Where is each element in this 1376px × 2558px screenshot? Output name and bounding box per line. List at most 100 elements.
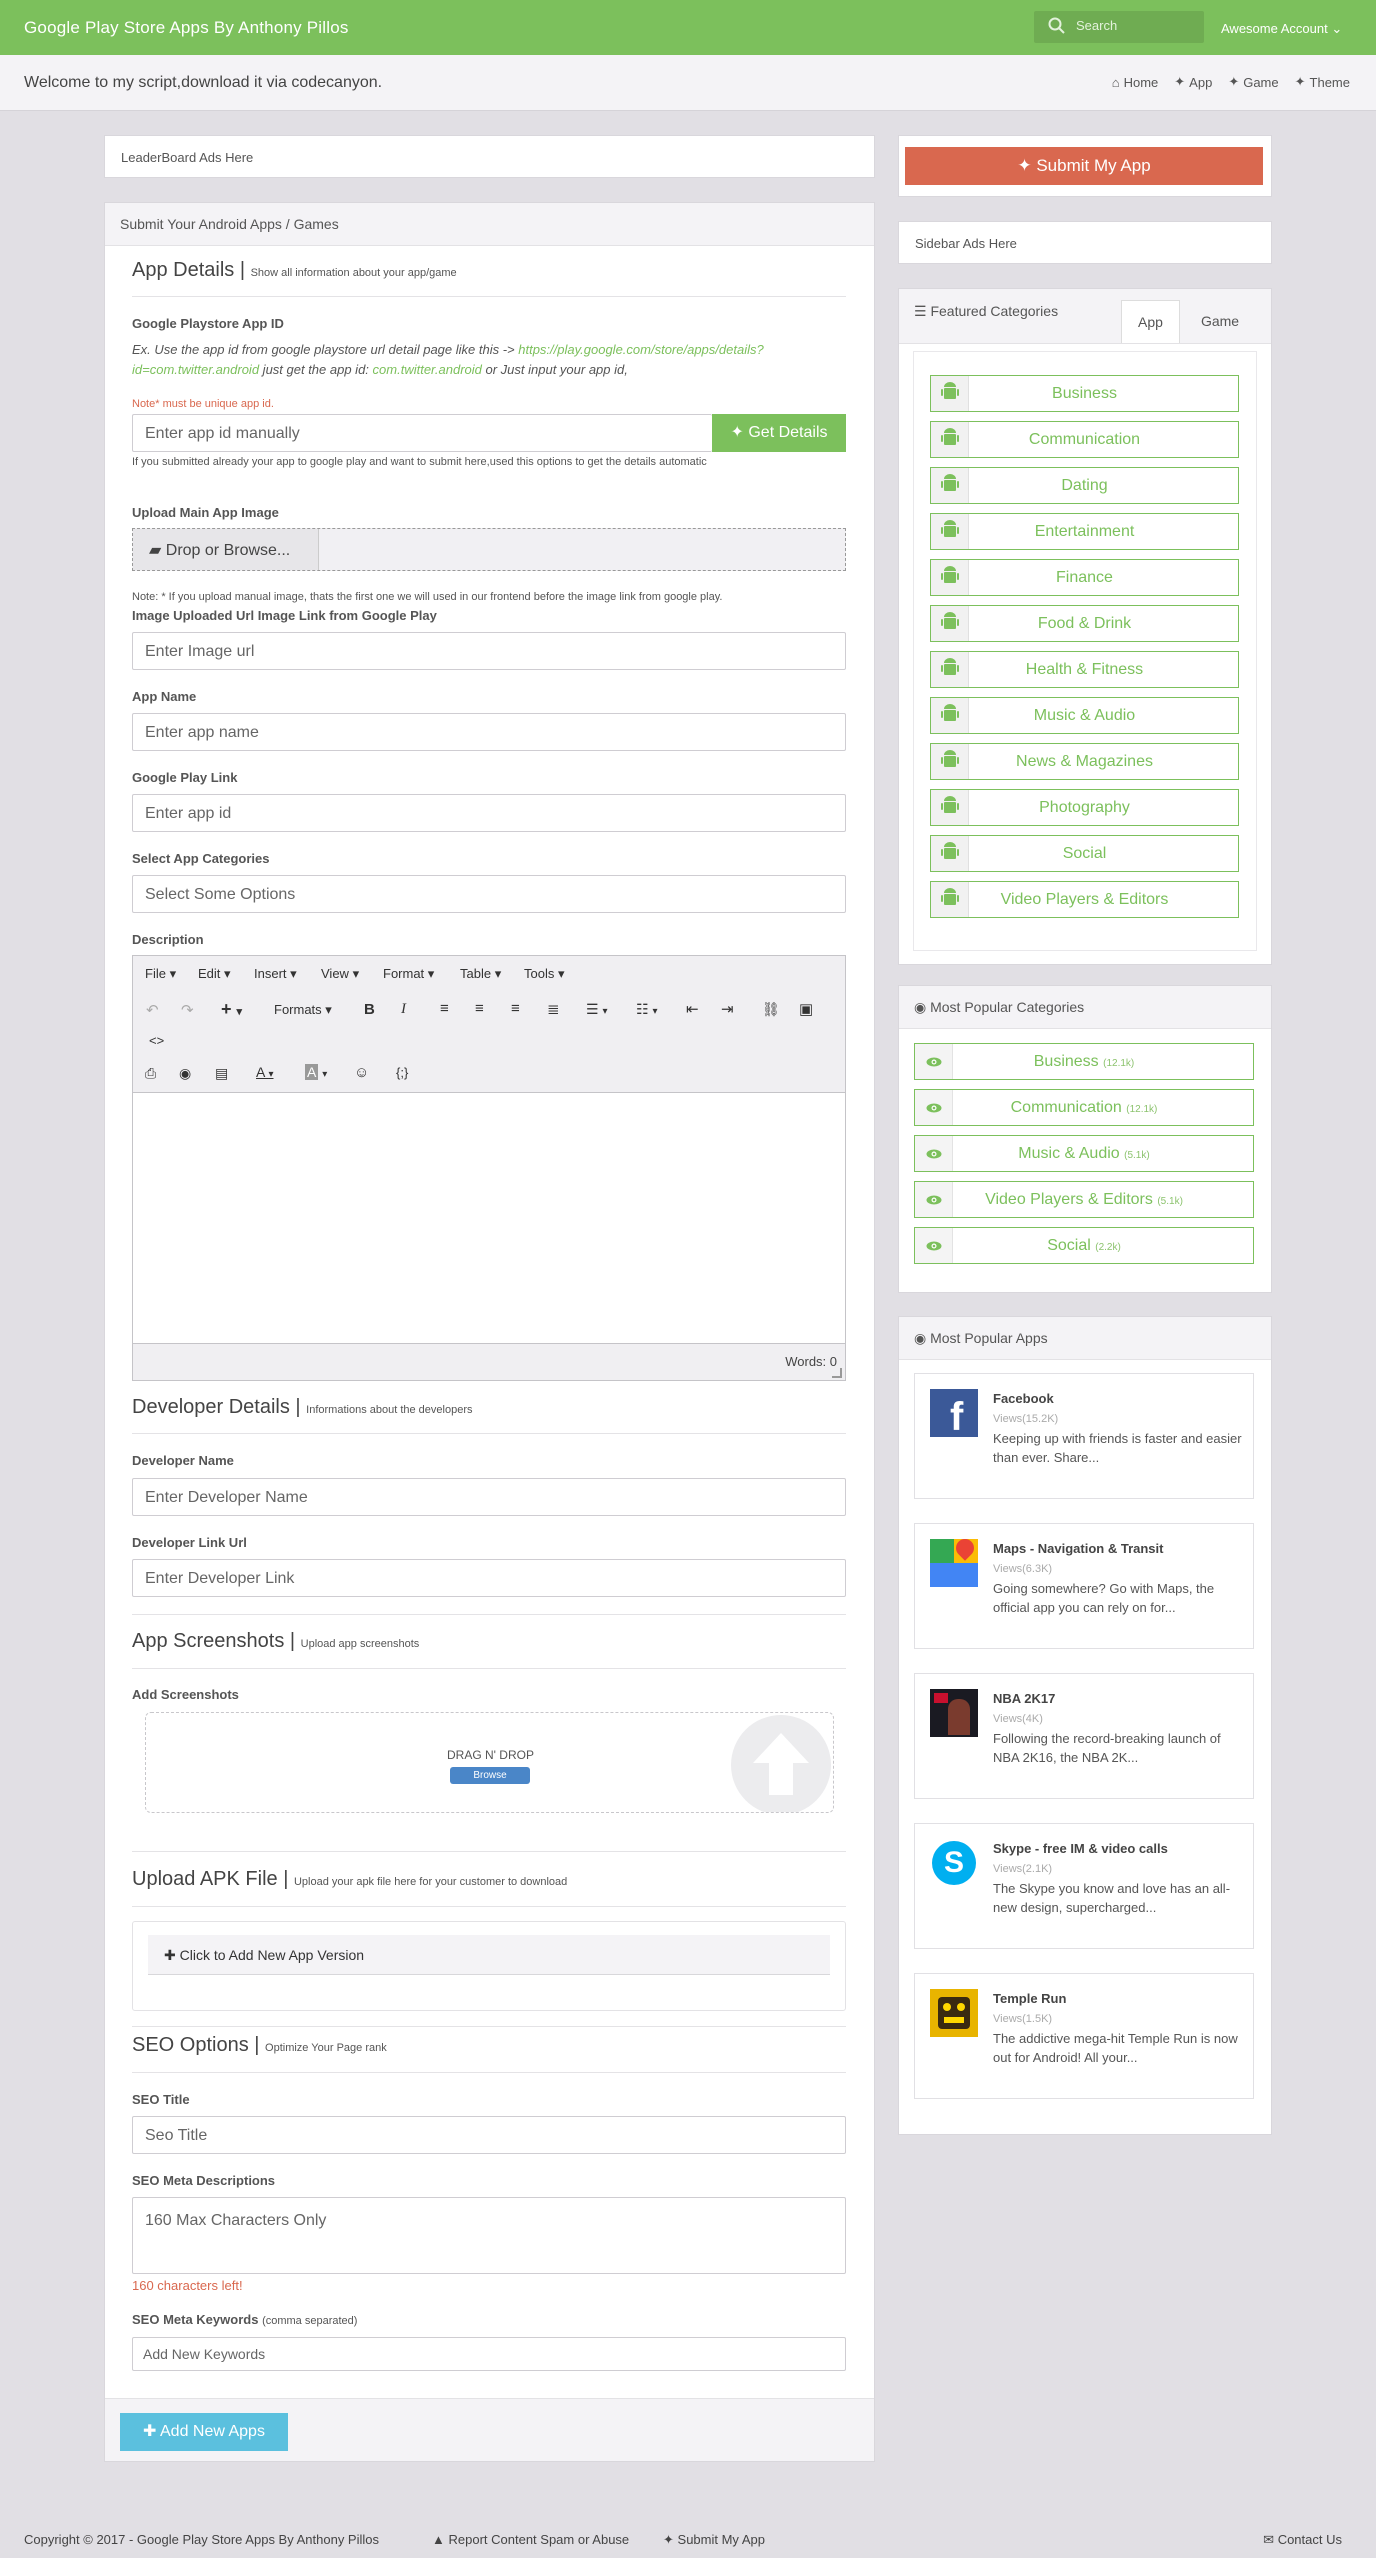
app-name-input[interactable]: Enter app name bbox=[132, 713, 846, 751]
editor-menu-file[interactable]: File ▾ bbox=[145, 966, 176, 982]
account-menu[interactable]: Awesome Account ⌄ bbox=[1221, 21, 1342, 37]
app-card-maps[interactable]: Maps - Navigation & Transit Views(6.3K) … bbox=[914, 1523, 1254, 1649]
search-input[interactable]: Search bbox=[1034, 11, 1204, 43]
apk-heading: Upload APK File | Upload your apk file h… bbox=[132, 1868, 568, 1890]
link-icon[interactable]: ⛓ bbox=[762, 1001, 780, 1018]
add-version-button[interactable]: ✚ Click to Add New App Version bbox=[148, 1935, 830, 1975]
popular-category-button[interactable]: Social (2.2k) bbox=[914, 1227, 1254, 1264]
numbered-list-icon[interactable]: ☷ ▾ bbox=[636, 1001, 657, 1018]
outdent-icon[interactable]: ⇤ bbox=[686, 1000, 699, 1018]
align-left-icon[interactable]: ≡ bbox=[440, 1000, 449, 1017]
dev-name-label: Developer Name bbox=[132, 1453, 234, 1468]
nav-home[interactable]: ⌂ Home bbox=[1112, 74, 1159, 90]
category-label: Business bbox=[1052, 385, 1117, 402]
featured-category-button[interactable]: Photography bbox=[930, 789, 1239, 826]
popular-category-button[interactable]: Business (12.1k) bbox=[914, 1043, 1254, 1080]
popular-category-button[interactable]: Music & Audio (5.1k) bbox=[914, 1135, 1254, 1172]
featured-category-button[interactable]: Business bbox=[930, 375, 1239, 412]
resize-handle[interactable] bbox=[832, 1368, 842, 1378]
categories-select[interactable]: Select Some Options bbox=[132, 875, 846, 913]
nav-theme[interactable]: ✦ Theme bbox=[1295, 74, 1350, 90]
featured-category-button[interactable]: Dating bbox=[930, 467, 1239, 504]
featured-category-button[interactable]: Communication bbox=[930, 421, 1239, 458]
align-center-icon[interactable]: ≡ bbox=[475, 1000, 484, 1017]
nav-game[interactable]: ✦ Game bbox=[1228, 74, 1278, 90]
submit-my-app-button[interactable]: ✦ Submit My App bbox=[905, 147, 1263, 185]
popular-apps-title: Most Popular Apps bbox=[930, 1330, 1048, 1346]
app-views: Views(4K) bbox=[993, 1713, 1043, 1725]
image-dropzone[interactable]: ▰ Drop or Browse... bbox=[132, 528, 846, 571]
image-icon[interactable]: ▣ bbox=[799, 1000, 813, 1018]
seo-keywords-input[interactable]: Add New Keywords bbox=[132, 2337, 846, 2371]
app-card-facebook[interactable]: f Facebook Views(15.2K) Keeping up with … bbox=[914, 1373, 1254, 1499]
app-name[interactable]: NBA 2K17 bbox=[993, 1691, 1055, 1706]
dev-name-input[interactable]: Enter Developer Name bbox=[132, 1478, 846, 1516]
app-name[interactable]: Temple Run bbox=[993, 1991, 1066, 2006]
android-icon bbox=[931, 882, 969, 917]
align-justify-icon[interactable]: ≣ bbox=[547, 1000, 560, 1018]
app-name[interactable]: Facebook bbox=[993, 1391, 1054, 1406]
indent-icon[interactable]: ⇥ bbox=[721, 1000, 734, 1018]
app-card-temple-run[interactable]: Temple Run Views(1.5K) The addictive meg… bbox=[914, 1973, 1254, 2099]
redo-icon[interactable]: ↷ bbox=[181, 1001, 194, 1019]
editor-menu-edit[interactable]: Edit ▾ bbox=[198, 966, 231, 982]
undo-icon[interactable]: ↶ bbox=[146, 1001, 159, 1019]
drop-browse-button[interactable]: ▰ Drop or Browse... bbox=[133, 529, 319, 570]
tab-game[interactable]: Game bbox=[1184, 300, 1256, 343]
italic-icon[interactable]: I bbox=[401, 1001, 406, 1018]
background-color-icon[interactable]: A ▾ bbox=[305, 1064, 327, 1080]
formats-dropdown[interactable]: Formats ▾ bbox=[274, 1002, 332, 1018]
app-card-skype[interactable]: S Skype - free IM & video calls Views(2.… bbox=[914, 1823, 1254, 1949]
featured-category-button[interactable]: Music & Audio bbox=[930, 697, 1239, 734]
dev-link-input[interactable]: Enter Developer Link bbox=[132, 1559, 846, 1597]
align-right-icon[interactable]: ≡ bbox=[511, 1000, 520, 1017]
code-sample-icon[interactable]: {;} bbox=[396, 1065, 408, 1080]
screenshots-dropzone[interactable]: DRAG N' DROP Browse bbox=[145, 1712, 834, 1813]
dev-title: Developer Details bbox=[132, 1396, 290, 1418]
app-name[interactable]: Maps - Navigation & Transit bbox=[993, 1541, 1163, 1556]
bullet-list-icon[interactable]: ☰ ▾ bbox=[586, 1001, 607, 1018]
app-id-input[interactable]: Enter app id manually bbox=[132, 414, 712, 452]
editor-menu-table[interactable]: Table ▾ bbox=[460, 966, 501, 982]
seo-title-input[interactable]: Seo Title bbox=[132, 2116, 846, 2154]
popular-category-button[interactable]: Video Players & Editors (5.1k) bbox=[914, 1181, 1254, 1218]
popular-category-button[interactable]: Communication (12.1k) bbox=[914, 1089, 1254, 1126]
featured-category-button[interactable]: Video Players & Editors bbox=[930, 881, 1239, 918]
seo-meta-textarea[interactable]: 160 Max Characters Only bbox=[132, 2197, 846, 2274]
footer-submit-link[interactable]: ✦ Submit My App bbox=[663, 2532, 765, 2548]
insert-plus-icon[interactable]: + ▾ bbox=[221, 999, 242, 1020]
divider bbox=[132, 296, 846, 297]
gp-link-input[interactable]: Enter app id bbox=[132, 794, 846, 832]
editor-menu-insert[interactable]: Insert ▾ bbox=[254, 966, 297, 982]
featured-category-button[interactable]: Food & Drink bbox=[930, 605, 1239, 642]
footer-submit-label: Submit My App bbox=[677, 2532, 765, 2547]
text-color-icon[interactable]: A ▾ bbox=[256, 1064, 274, 1080]
tab-app[interactable]: App bbox=[1121, 300, 1180, 343]
preview-icon[interactable]: ◉ bbox=[179, 1065, 191, 1082]
report-link[interactable]: ▲ Report Content Spam or Abuse bbox=[432, 2532, 629, 2547]
image-url-input[interactable]: Enter Image url bbox=[132, 632, 846, 670]
app-name[interactable]: Skype - free IM & video calls bbox=[993, 1841, 1168, 1856]
categories-label: Select App Categories bbox=[132, 851, 270, 866]
add-new-apps-button[interactable]: ✚ Add New Apps bbox=[120, 2413, 288, 2451]
contact-link[interactable]: ✉ Contact Us bbox=[1263, 2532, 1342, 2548]
featured-category-button[interactable]: Entertainment bbox=[930, 513, 1239, 550]
editor-menu-tools[interactable]: Tools ▾ bbox=[524, 966, 565, 982]
emoticons-icon[interactable]: ☺ bbox=[354, 1064, 369, 1081]
featured-category-button[interactable]: Health & Fitness bbox=[930, 651, 1239, 688]
category-label: Health & Fitness bbox=[1025, 661, 1144, 678]
bold-icon[interactable]: B bbox=[364, 1001, 375, 1018]
featured-category-button[interactable]: Social bbox=[930, 835, 1239, 872]
browse-button[interactable]: Browse bbox=[450, 1767, 530, 1784]
code-icon[interactable]: <> bbox=[149, 1033, 164, 1048]
featured-category-button[interactable]: News & Magazines bbox=[930, 743, 1239, 780]
brand-link[interactable]: Google Play Store Apps By Anthony Pillos bbox=[24, 18, 349, 38]
media-icon[interactable]: ▤ bbox=[215, 1065, 228, 1082]
get-details-button[interactable]: ✦ Get Details bbox=[712, 414, 846, 452]
editor-menu-view[interactable]: View ▾ bbox=[321, 966, 359, 982]
editor-menu-format[interactable]: Format ▾ bbox=[383, 966, 434, 982]
featured-category-button[interactable]: Finance bbox=[930, 559, 1239, 596]
app-card-nba[interactable]: NBA 2K17 Views(4K) Following the record-… bbox=[914, 1673, 1254, 1799]
nav-app[interactable]: ✦ App bbox=[1174, 74, 1212, 90]
print-icon[interactable]: ⎙ bbox=[145, 1065, 156, 1082]
